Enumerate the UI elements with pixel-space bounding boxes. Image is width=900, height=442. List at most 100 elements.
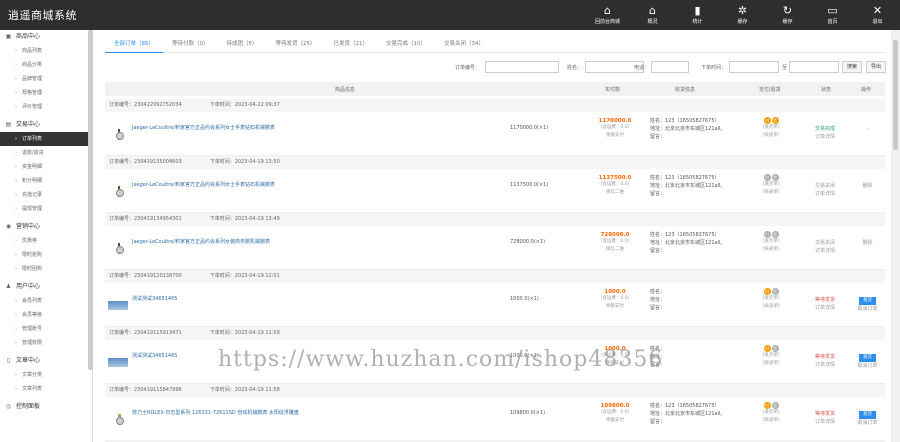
sidebar-item[interactable]: 限时团购 bbox=[0, 262, 92, 276]
sidebar-item[interactable]: 商品列表 bbox=[0, 44, 92, 58]
topnav-label: 回前台商城 bbox=[594, 18, 620, 25]
sidebar-item[interactable]: 文章分类 bbox=[0, 368, 92, 382]
main-scrollbar[interactable] bbox=[891, 30, 900, 442]
invoice-link[interactable]: [发货单] bbox=[761, 295, 781, 303]
product-name-link[interactable]: Jaeger-LeCoultre/积家官方正品约会系列女士手表钻石机械腕表 bbox=[132, 181, 275, 188]
sidebar-group-header[interactable]: ◉ 营销中心 bbox=[0, 220, 92, 234]
sidebar-item[interactable]: 管理权限 bbox=[0, 336, 92, 350]
tab-order-status[interactable]: 等待发货（25） bbox=[267, 35, 325, 53]
express-slip-link[interactable]: [快递单] bbox=[761, 132, 781, 140]
tab-order-status[interactable]: 等待付款（0） bbox=[163, 35, 218, 53]
sidebar-item[interactable]: 限时抢购 bbox=[0, 248, 92, 262]
topnav-item-4[interactable]: ↻ 缓存 bbox=[765, 0, 810, 30]
product-thumbnail[interactable] bbox=[115, 412, 124, 426]
topnav-item-3[interactable]: ✲ 缓存 bbox=[720, 0, 765, 30]
sidebar-item[interactable]: 规格管理 bbox=[0, 86, 92, 100]
express-slip-link[interactable]: [快递单] bbox=[761, 246, 781, 254]
sidebar-item[interactable]: 积分明细 bbox=[0, 174, 92, 188]
phone-input[interactable] bbox=[651, 61, 689, 73]
sidebar-item[interactable]: 订单列表 bbox=[0, 132, 92, 146]
topnav-item-5[interactable]: ▭ 首页 bbox=[810, 0, 855, 30]
product-name-link[interactable]: Jaeger-LeCoultre/积家官方正品约会系列女士手表钻石机械腕表 bbox=[132, 124, 275, 131]
cancel-order-link[interactable]: 取消订单 bbox=[850, 362, 885, 371]
order-detail-link[interactable]: 订单详情 bbox=[805, 418, 845, 426]
topnav-item-1[interactable]: ⌂ 概况 bbox=[630, 0, 675, 30]
topnav-item-0[interactable]: ⌂ 回前台商城 bbox=[585, 0, 630, 30]
product-thumbnail[interactable] bbox=[115, 184, 124, 198]
order-detail-link[interactable]: 订单详情 bbox=[805, 133, 845, 141]
sidebar-scrollbar[interactable] bbox=[88, 30, 93, 370]
sidebar-item[interactable]: 会员列表 bbox=[0, 294, 92, 308]
order-header: 订单编号：230419120138700 下单时间：2023-04-19 12:0… bbox=[105, 270, 885, 283]
sidebar-item[interactable]: 评价管理 bbox=[0, 100, 92, 114]
sidebar-group-header[interactable]: ◎ 控制面板 bbox=[0, 400, 92, 414]
sidebar-item[interactable]: 品牌管理 bbox=[0, 72, 92, 86]
invoice-link[interactable]: [发货单] bbox=[761, 124, 781, 132]
invoice-link[interactable]: [发货单] bbox=[761, 409, 781, 417]
order-detail-link[interactable]: 订单详情 bbox=[805, 190, 845, 198]
sidebar-item[interactable]: 文章列表 bbox=[0, 382, 92, 396]
order-detail-link[interactable]: 订单详情 bbox=[805, 247, 845, 255]
product-thumbnail[interactable] bbox=[115, 241, 124, 255]
order-detail-link[interactable]: 订单详情 bbox=[805, 304, 845, 312]
topnav-item-6[interactable]: ✕ 退出 bbox=[855, 0, 900, 30]
sidebar-group-header[interactable]: ▤ 交易中心 bbox=[0, 118, 92, 132]
express-slip-link[interactable]: [快递单] bbox=[761, 417, 781, 425]
user-icon: ♟ bbox=[5, 283, 12, 290]
receiver-line: 地址：北京北京市东城区121all。 bbox=[650, 411, 726, 417]
invoice-link[interactable]: [发货单] bbox=[761, 352, 781, 360]
start-date-input[interactable] bbox=[729, 61, 779, 73]
topnav-label: 缓存 bbox=[737, 18, 748, 25]
export-button[interactable]: 导出 bbox=[866, 61, 886, 73]
tab-order-status[interactable]: 已发货（21） bbox=[325, 35, 378, 53]
sidebar-item[interactable]: 资金明细 bbox=[0, 160, 92, 174]
product-name-link[interactable]: Jaeger-LeCoultre/积家官方正品约会系列女装商务腕机械腕表 bbox=[132, 238, 270, 245]
product-name-link[interactable]: 劳力士ROLEX-日志型系列 126331-72611SD 自动机械腕表 太阳纹… bbox=[132, 409, 299, 416]
express-slip-link[interactable]: [快递单] bbox=[761, 360, 781, 368]
tab-order-status[interactable]: 全部订单（85） bbox=[105, 35, 163, 53]
filter-bar: 订单编号： 姓名： 电话： 下单时间： 至 搜索 导出 bbox=[97, 61, 891, 75]
invoice-link[interactable]: [发货单] bbox=[761, 238, 781, 246]
sidebar-item[interactable]: 会员等级 bbox=[0, 308, 92, 322]
product-thumbnail[interactable] bbox=[108, 358, 128, 367]
ship-button[interactable]: 发货 bbox=[859, 297, 876, 305]
order-no-input[interactable] bbox=[485, 61, 559, 73]
sidebar-item[interactable]: 商品分类 bbox=[0, 58, 92, 72]
receiver-line: 姓名：123（16505827675） bbox=[650, 118, 720, 124]
delete-link[interactable]: 删除 bbox=[850, 182, 885, 191]
delete-link[interactable]: 删除 bbox=[850, 239, 885, 248]
sidebar-item[interactable]: 提现管理 bbox=[0, 202, 92, 216]
col-status: 状态 bbox=[821, 87, 832, 93]
cancel-order-link[interactable]: 取消订单 bbox=[850, 419, 885, 428]
cancel-order-link[interactable]: 取消订单 bbox=[850, 305, 885, 314]
product-name-link[interactable]: 测试测试34651465 bbox=[132, 295, 177, 302]
tab-order-status[interactable]: 待成团（5） bbox=[218, 35, 267, 53]
express-slip-link[interactable]: [快递单] bbox=[761, 189, 781, 197]
col-product-info: 商品信息 bbox=[335, 87, 356, 93]
table-row: Jaeger-LeCoultre/积家官方正品约会系列女装商务腕机械腕表 7280… bbox=[105, 226, 885, 270]
sidebar-group-header[interactable]: ▣ 商品中心 bbox=[0, 30, 92, 44]
end-date-input[interactable] bbox=[789, 61, 839, 73]
order-status-cell: 等待发货 订单详情 bbox=[805, 410, 845, 426]
sidebar-group-header[interactable]: ♟ 用户中心 bbox=[0, 280, 92, 294]
tab-order-status[interactable]: 交易关闭（34） bbox=[435, 35, 493, 53]
ship-button[interactable]: 发货 bbox=[859, 354, 876, 362]
sidebar-item[interactable]: 退款/退货 bbox=[0, 146, 92, 160]
search-button[interactable]: 搜索 bbox=[842, 61, 862, 73]
order-number: 订单编号：230419115847996 bbox=[109, 387, 182, 393]
product-name-link[interactable]: 测试测试34651465 bbox=[132, 352, 177, 359]
sidebar-group-label: 营销中心 bbox=[16, 223, 41, 230]
order-detail-link[interactable]: 订单详情 bbox=[805, 361, 845, 369]
invoice-link[interactable]: [发货单] bbox=[761, 181, 781, 189]
product-thumbnail[interactable] bbox=[108, 301, 128, 310]
sidebar-item[interactable]: 充值记录 bbox=[0, 188, 92, 202]
sidebar-group-header[interactable]: ▯ 文章中心 bbox=[0, 354, 92, 368]
topnav-item-2[interactable]: ▮ 统计 bbox=[675, 0, 720, 30]
tab-order-status[interactable]: 交易完成（10） bbox=[377, 35, 435, 53]
sidebar-item[interactable]: 优惠券 bbox=[0, 234, 92, 248]
main-scrollbar-thumb[interactable] bbox=[893, 40, 898, 150]
product-thumbnail[interactable] bbox=[115, 127, 124, 141]
ship-button[interactable]: 发货 bbox=[859, 411, 876, 419]
express-slip-link[interactable]: [快递单] bbox=[761, 303, 781, 311]
sidebar-item[interactable]: 管理账号 bbox=[0, 322, 92, 336]
